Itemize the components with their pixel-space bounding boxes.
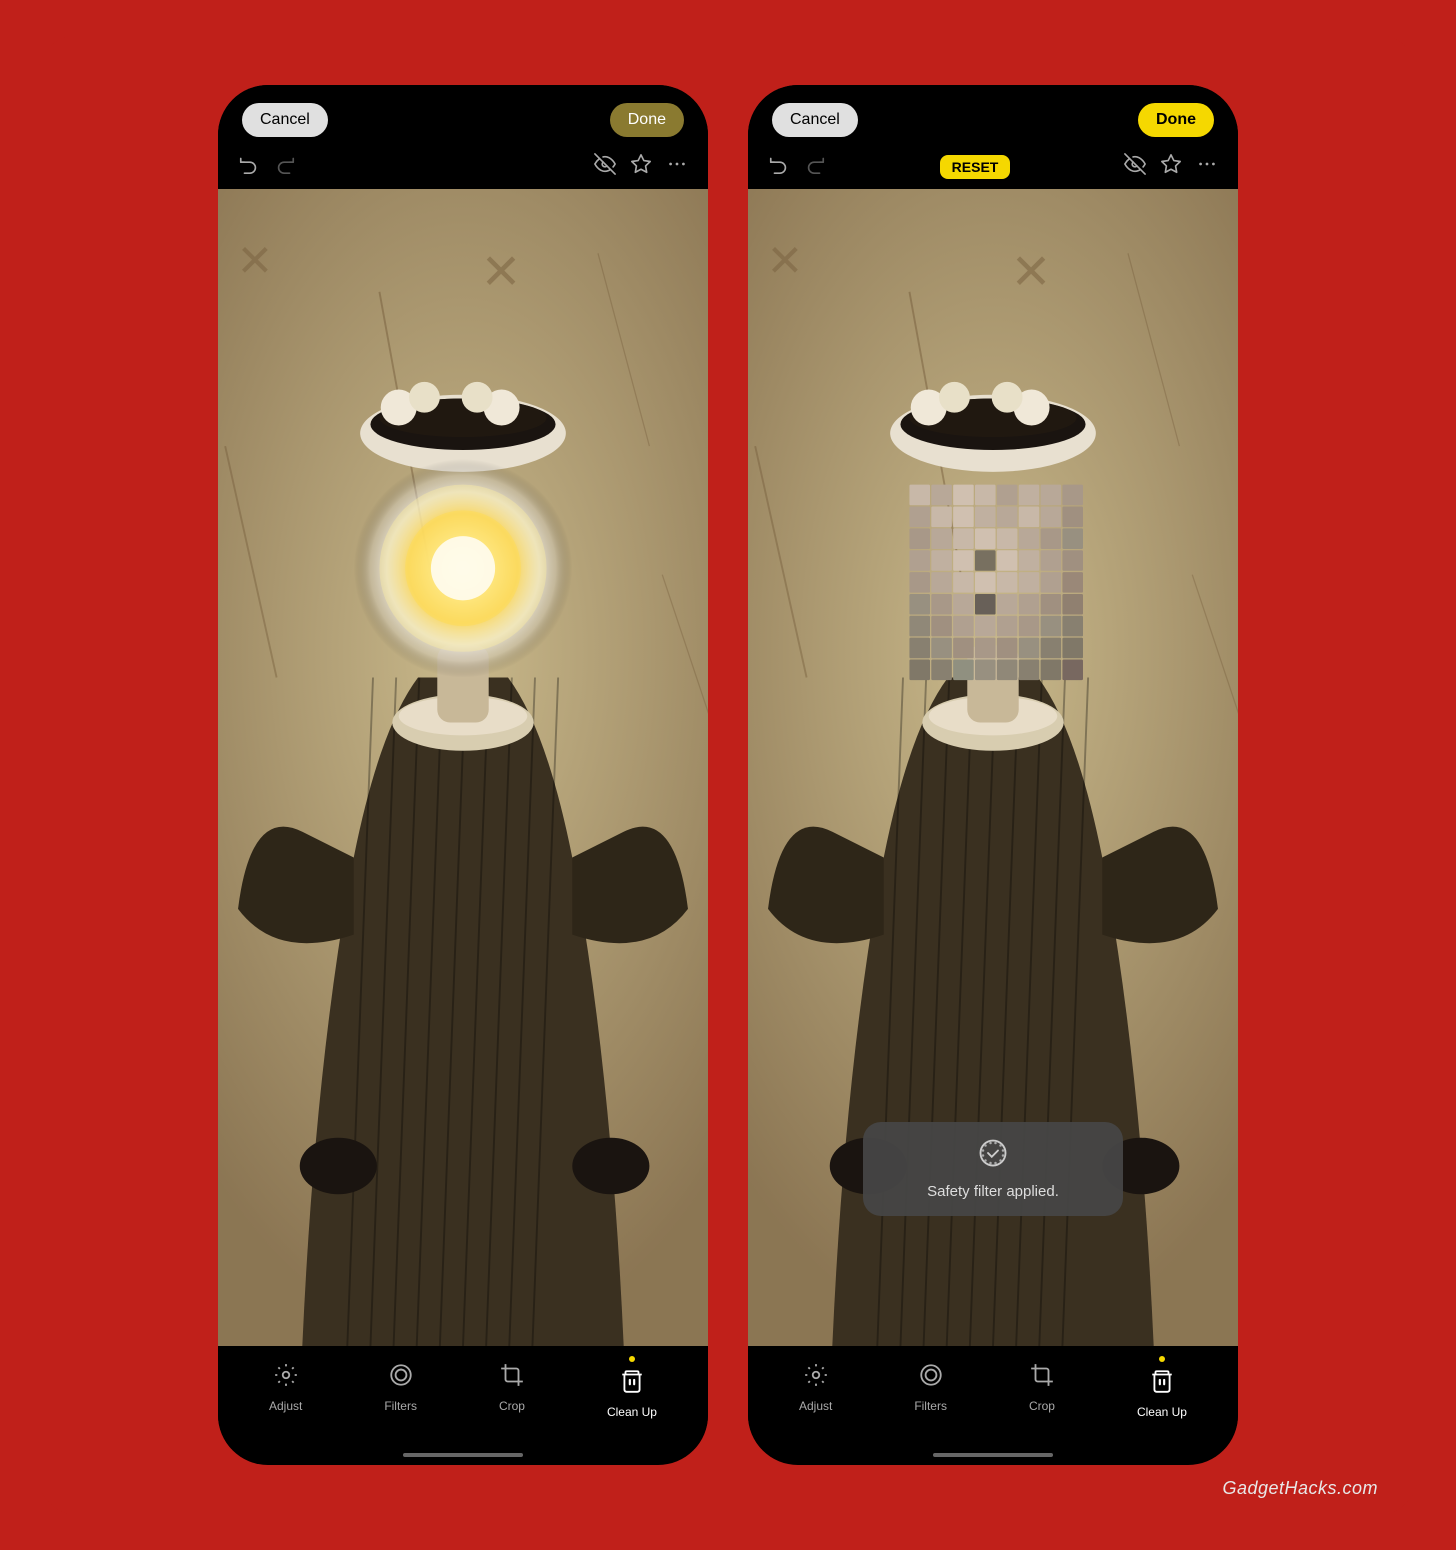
undo-icon[interactable] <box>238 153 260 181</box>
crop-icon <box>499 1362 525 1395</box>
filters-label: Filters <box>384 1399 417 1413</box>
adjust-icon <box>273 1362 299 1395</box>
right-auto-enhance-icon[interactable] <box>1160 153 1182 181</box>
left-bottom-toolbar: Adjust Filters Crop <box>218 1346 708 1449</box>
right-done-button[interactable]: Done <box>1138 103 1214 137</box>
left-crop-tool[interactable]: Crop <box>499 1362 525 1413</box>
auto-enhance-icon[interactable] <box>630 153 652 181</box>
crop-label: Crop <box>499 1399 525 1413</box>
left-photo-svg: × × <box>218 189 708 1346</box>
right-filters-icon <box>918 1362 944 1395</box>
left-top-bar: Cancel Done <box>218 85 708 147</box>
outer-frame: Cancel Done <box>38 35 1418 1515</box>
right-undo-redo <box>768 153 826 181</box>
left-done-button[interactable]: Done <box>610 103 684 137</box>
right-top-bar: Cancel Done <box>748 85 1238 147</box>
redo-icon[interactable] <box>274 153 296 181</box>
right-adjust-icon <box>803 1362 829 1395</box>
right-home-indicator <box>933 1453 1053 1457</box>
right-undo-icon[interactable] <box>768 153 790 181</box>
active-tool-dot <box>629 1356 635 1362</box>
right-active-tool-dot <box>1159 1356 1165 1362</box>
left-right-icons <box>594 153 688 181</box>
left-cleanup-tool[interactable]: Clean Up <box>607 1356 657 1419</box>
right-cleanup-tool[interactable]: Clean Up <box>1137 1356 1187 1419</box>
watermark: GadgetHacks.com <box>1222 1478 1378 1499</box>
right-cleanup-icon <box>1149 1368 1175 1401</box>
svg-text:×: × <box>482 234 520 306</box>
svg-text:×: × <box>238 228 272 292</box>
safety-filter-text: Safety filter applied. <box>927 1183 1059 1200</box>
right-cancel-button[interactable]: Cancel <box>772 103 858 137</box>
safety-filter-toast: Safety filter applied. <box>863 1122 1123 1216</box>
left-toolbar-row <box>218 147 708 189</box>
right-adjust-label: Adjust <box>799 1399 832 1413</box>
left-photo-area: × × <box>218 189 708 1346</box>
right-filters-label: Filters <box>914 1399 947 1413</box>
right-toolbar-row: RESET <box>748 147 1238 189</box>
right-adjust-tool[interactable]: Adjust <box>799 1362 832 1413</box>
right-redo-icon[interactable] <box>804 153 826 181</box>
right-crop-icon <box>1029 1362 1055 1395</box>
left-phone: Cancel Done <box>218 85 708 1465</box>
left-undo-redo <box>238 153 296 181</box>
right-hide-icon[interactable] <box>1124 153 1146 181</box>
cleanup-label: Clean Up <box>607 1405 657 1419</box>
right-filters-tool[interactable]: Filters <box>914 1362 947 1413</box>
left-filters-tool[interactable]: Filters <box>384 1362 417 1413</box>
svg-text:×: × <box>1012 234 1050 306</box>
filters-icon <box>388 1362 414 1395</box>
hide-icon[interactable] <box>594 153 616 181</box>
right-more-options-icon[interactable] <box>1196 153 1218 181</box>
adjust-label: Adjust <box>269 1399 302 1413</box>
right-photo-area: × × <box>748 189 1238 1346</box>
cleanup-icon <box>619 1368 645 1401</box>
left-adjust-tool[interactable]: Adjust <box>269 1362 302 1413</box>
right-right-icons <box>1124 153 1218 181</box>
reset-button[interactable]: RESET <box>940 155 1011 179</box>
right-crop-label: Crop <box>1029 1399 1055 1413</box>
svg-text:×: × <box>768 228 802 292</box>
left-home-indicator <box>403 1453 523 1457</box>
right-cleanup-label: Clean Up <box>1137 1405 1187 1419</box>
left-cancel-button[interactable]: Cancel <box>242 103 328 137</box>
right-crop-tool[interactable]: Crop <box>1029 1362 1055 1413</box>
right-phone: Cancel Done RESET <box>748 85 1238 1465</box>
right-bottom-toolbar: Adjust Filters Crop <box>748 1346 1238 1449</box>
safety-filter-icon <box>978 1138 1008 1175</box>
more-options-icon[interactable] <box>666 153 688 181</box>
